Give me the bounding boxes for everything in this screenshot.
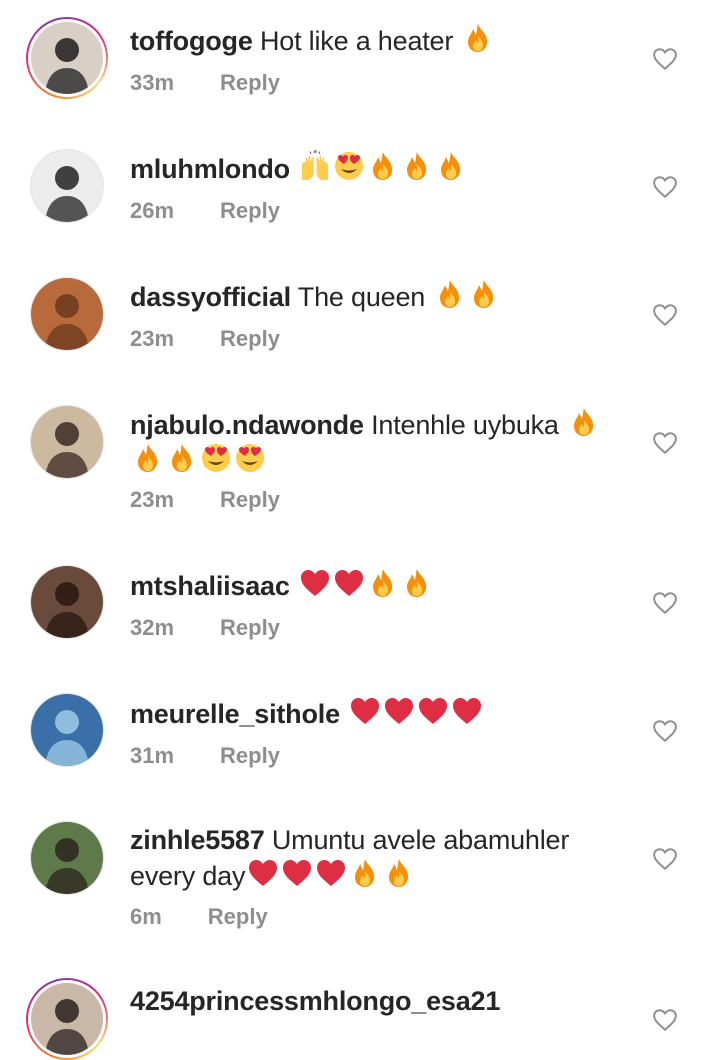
- comment-text: mtshaliisaac: [130, 567, 630, 603]
- comment-time: 6m: [130, 904, 162, 929]
- comment-text: mluhmlondo: [130, 150, 630, 186]
- red-heart-emoji: [383, 695, 415, 727]
- heart-outline-icon[interactable]: [652, 46, 678, 72]
- fire-emoji: [367, 150, 399, 182]
- avatar[interactable]: [26, 561, 108, 643]
- comment-time: 32m: [130, 615, 175, 640]
- comment-meta: 26m Reply: [130, 198, 280, 224]
- comment-message: Hot like a heater: [252, 26, 454, 56]
- comment-meta: 31m Reply: [130, 743, 280, 769]
- fire-emoji: [349, 857, 381, 889]
- fire-emoji: [468, 278, 500, 310]
- heart-eyes-emoji: [333, 150, 365, 182]
- fire-emoji: [367, 567, 399, 599]
- comment-username[interactable]: njabulo.ndawonde: [130, 410, 364, 440]
- comment-username[interactable]: dassyofficial: [130, 282, 291, 312]
- fire-emoji: [462, 22, 494, 54]
- avatar[interactable]: [26, 978, 108, 1060]
- fire-emoji: [132, 442, 164, 474]
- fire-emoji: [166, 442, 198, 474]
- comment-time: 31m: [130, 743, 175, 768]
- comment-time: 26m: [130, 198, 175, 223]
- reply-button[interactable]: Reply: [220, 326, 280, 351]
- comment-meta: 23m Reply: [130, 487, 280, 513]
- comment-username[interactable]: 4254princessmhlongo_esa21: [130, 986, 500, 1016]
- reply-button[interactable]: Reply: [220, 615, 280, 640]
- raised-hands-emoji: [299, 150, 331, 182]
- avatar[interactable]: [26, 689, 108, 771]
- red-heart-emoji: [281, 857, 313, 889]
- comment-username[interactable]: mtshaliisaac: [130, 571, 290, 601]
- comment-text: toffogoge Hot like a heater: [130, 22, 630, 58]
- comment-message: Umuntu avele abamuhler: [264, 825, 570, 855]
- comment-meta: 32m Reply: [130, 615, 280, 641]
- red-heart-emoji: [417, 695, 449, 727]
- reply-button[interactable]: Reply: [220, 487, 280, 512]
- comment-username[interactable]: mluhmlondo: [130, 154, 290, 184]
- red-heart-emoji: [451, 695, 483, 727]
- fire-emoji: [435, 150, 467, 182]
- comment-meta: 6m Reply: [130, 904, 268, 930]
- heart-eyes-emoji: [200, 442, 232, 474]
- comment-text: 4254princessmhlongo_esa21: [130, 984, 630, 1018]
- avatar[interactable]: [26, 817, 108, 899]
- fire-emoji: [383, 857, 415, 889]
- comment-meta: 33m Reply: [130, 70, 280, 96]
- heart-outline-icon[interactable]: [652, 846, 678, 872]
- comment-username[interactable]: meurelle_sithole: [130, 699, 340, 729]
- comment-time: 23m: [130, 487, 175, 512]
- comment-meta: 23m Reply: [130, 326, 280, 352]
- red-heart-emoji: [315, 857, 347, 889]
- comment-text: zinhle5587 Umuntu avele abamuhler every d…: [130, 823, 630, 893]
- fire-emoji: [568, 406, 600, 438]
- comment-text: njabulo.ndawonde Intenhle uybuka: [130, 406, 630, 478]
- heart-outline-icon[interactable]: [652, 590, 678, 616]
- avatar[interactable]: [26, 17, 108, 99]
- fire-emoji: [401, 150, 433, 182]
- comment-time: 23m: [130, 326, 175, 351]
- reply-button[interactable]: Reply: [220, 198, 280, 223]
- comment-text: meurelle_sithole: [130, 695, 630, 731]
- reply-button[interactable]: Reply: [220, 743, 280, 768]
- red-heart-emoji: [349, 695, 381, 727]
- heart-eyes-emoji: [234, 442, 266, 474]
- fire-emoji: [434, 278, 466, 310]
- avatar[interactable]: [26, 273, 108, 355]
- avatar[interactable]: [26, 401, 108, 483]
- comment-username[interactable]: zinhle5587: [130, 825, 265, 855]
- avatar[interactable]: [26, 145, 108, 227]
- heart-outline-icon[interactable]: [652, 302, 678, 328]
- fire-emoji: [401, 567, 433, 599]
- comment-message-cont: every day: [130, 861, 246, 891]
- comment-time: 33m: [130, 70, 175, 95]
- reply-button[interactable]: Reply: [208, 904, 268, 929]
- comment-message: The queen: [290, 282, 426, 312]
- reply-button[interactable]: Reply: [220, 70, 280, 95]
- heart-outline-icon[interactable]: [652, 1007, 678, 1033]
- comment-message: Intenhle uybuka: [363, 410, 559, 440]
- comment-text: dassyofficial The queen: [130, 278, 630, 314]
- heart-outline-icon[interactable]: [652, 430, 678, 456]
- red-heart-emoji: [247, 857, 279, 889]
- heart-outline-icon[interactable]: [652, 174, 678, 200]
- heart-outline-icon[interactable]: [652, 718, 678, 744]
- red-heart-emoji: [333, 567, 365, 599]
- comment-username[interactable]: toffogoge: [130, 26, 253, 56]
- red-heart-emoji: [299, 567, 331, 599]
